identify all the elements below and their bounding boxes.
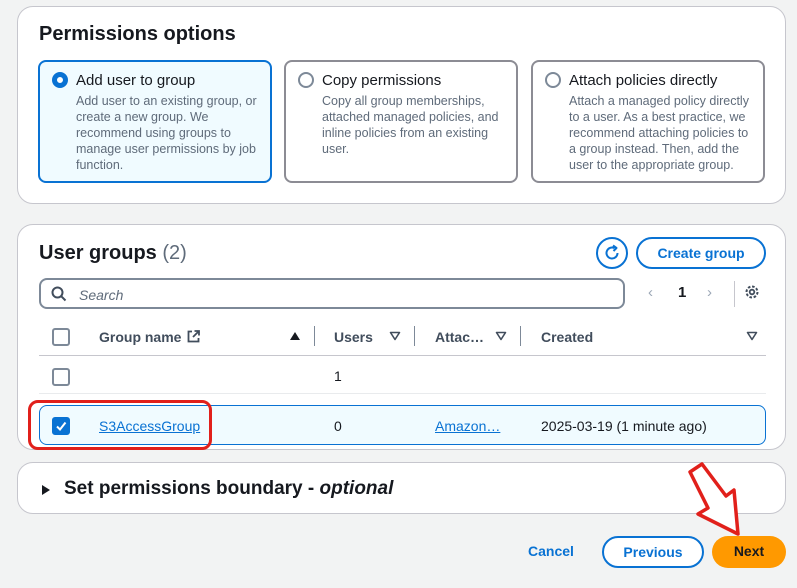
option-attach-policies-directly[interactable]: Attach policies directly Attach a manage…	[531, 60, 765, 183]
select-all-checkbox[interactable]	[52, 328, 70, 346]
search-icon	[51, 286, 67, 302]
search-input[interactable]	[77, 284, 621, 306]
column-attached[interactable]: Attac…	[435, 329, 484, 345]
highlight-annotation	[28, 400, 212, 450]
cell-users: 1	[334, 368, 342, 384]
radio-icon[interactable]	[545, 72, 561, 88]
option-description: Add user to an existing group, or create…	[76, 94, 257, 172]
arrow-annotation-icon	[688, 462, 740, 536]
sort-icon[interactable]	[389, 331, 401, 341]
external-link-icon	[187, 330, 201, 343]
caret-right-icon[interactable]	[41, 484, 51, 496]
table-header: Group name Users Attac… Created	[39, 319, 766, 356]
permissions-boundary-title[interactable]: Set permissions boundary - optional	[64, 478, 393, 500]
sort-ascending-icon[interactable]	[289, 331, 301, 341]
column-divider	[520, 326, 521, 346]
column-users[interactable]: Users	[334, 329, 373, 345]
user-groups-count: (2)	[162, 242, 187, 264]
option-label: Copy permissions	[322, 72, 442, 89]
search-box[interactable]	[39, 278, 625, 309]
gear-icon[interactable]	[743, 283, 761, 301]
permissions-options-title: Permissions options	[39, 23, 236, 45]
radio-icon[interactable]	[298, 72, 314, 88]
refresh-icon	[605, 244, 619, 260]
cell-users: 0	[334, 418, 342, 434]
radio-selected-icon[interactable]	[52, 72, 68, 88]
permissions-options-panel: Permissions options Add user to group Ad…	[17, 6, 786, 204]
column-divider	[414, 326, 415, 346]
cancel-button[interactable]: Cancel	[518, 536, 584, 568]
create-group-button[interactable]: Create group	[636, 237, 766, 269]
option-label: Add user to group	[76, 72, 196, 89]
refresh-button[interactable]	[596, 237, 628, 269]
attached-policy-link[interactable]: Amazon…	[435, 418, 500, 434]
option-add-user-to-group[interactable]: Add user to group Add user to an existin…	[38, 60, 272, 183]
column-created[interactable]: Created	[541, 329, 593, 345]
option-description: Copy all group memberships, attached man…	[322, 94, 499, 156]
optional-label: optional	[319, 478, 394, 499]
sort-icon[interactable]	[495, 331, 507, 341]
pagination-prev-button[interactable]: ‹	[648, 284, 653, 301]
pagination-current-page[interactable]: 1	[678, 284, 686, 301]
cell-created: 2025-03-19 (1 minute ago)	[541, 418, 707, 434]
pagination-divider	[734, 281, 735, 307]
permissions-boundary-panel[interactable]: Set permissions boundary - optional	[17, 462, 786, 514]
pagination-next-button[interactable]: ›	[707, 284, 712, 301]
user-groups-title: User groups (2)	[39, 242, 187, 265]
column-divider	[314, 326, 315, 346]
option-description: Attach a managed policy directly to a us…	[569, 94, 749, 172]
row-checkbox[interactable]	[52, 368, 70, 386]
option-label: Attach policies directly	[569, 72, 718, 89]
table-row[interactable]: 1	[39, 356, 766, 394]
user-groups-title-text: User groups	[39, 242, 157, 264]
column-group-name-label: Group name	[99, 329, 182, 345]
option-copy-permissions[interactable]: Copy permissions Copy all group membersh…	[284, 60, 518, 183]
sort-icon[interactable]	[746, 331, 758, 341]
permissions-boundary-title-text: Set permissions boundary -	[64, 478, 320, 499]
column-group-name[interactable]: Group name	[99, 329, 201, 345]
